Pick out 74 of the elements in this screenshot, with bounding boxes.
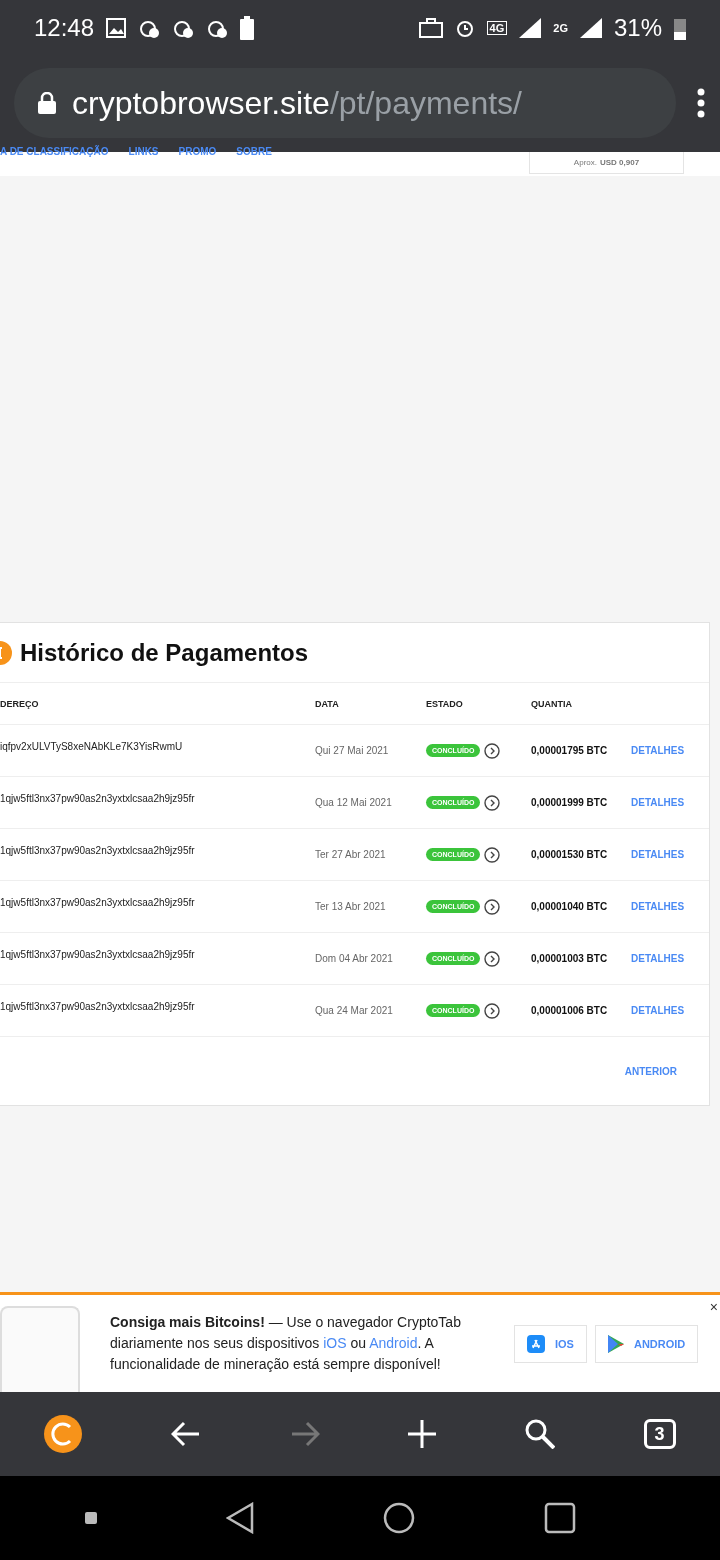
store-link[interactable]: iOS — [323, 1335, 347, 1351]
signal-icon — [519, 18, 542, 38]
previous-link[interactable]: ANTERIOR — [624, 1065, 677, 1077]
url-path: /pt/payments/ — [329, 84, 522, 121]
chevron-circle-icon[interactable] — [484, 950, 501, 967]
plus-icon[interactable] — [408, 1420, 437, 1448]
nav-link[interactable]: A DE CLASSIFICAÇÃO — [0, 146, 109, 157]
details-link[interactable]: DETALHES — [631, 901, 709, 912]
close-button[interactable]: × — [707, 1299, 720, 1315]
battery-icon — [674, 16, 686, 40]
address-cell-text: 1qjw5ftl3nx37pw90as2n3yxtxlcsaa2h9jz95fr — [0, 1001, 196, 1012]
play-store-icon — [607, 1334, 624, 1353]
forward-arrow-icon[interactable] — [289, 1421, 320, 1447]
store-button[interactable]: ANDROID — [594, 1324, 699, 1363]
lock-icon — [38, 92, 56, 114]
column-header: QUANTIA — [531, 698, 573, 709]
clock-time: 12:48 — [34, 14, 95, 42]
address-bar[interactable]: cryptobrowser.site/pt/payments/ — [14, 68, 676, 138]
menu-icon[interactable] — [696, 88, 706, 118]
date-cell-text: Qui 27 Mai 2021 — [315, 745, 390, 756]
recents-nav-icon[interactable] — [543, 1502, 576, 1534]
nav-link[interactable]: SOBRE — [236, 146, 272, 157]
amount-cell-text: 0,00001999 BTC — [531, 797, 609, 808]
image-icon — [106, 18, 127, 38]
battery-percent: 31% — [613, 14, 662, 42]
store-button[interactable]: IOS — [514, 1324, 587, 1363]
chevron-circle-icon[interactable] — [484, 846, 501, 863]
details-link[interactable]: DETALHES — [631, 953, 709, 964]
address-cell-text: 1qjw5ftl3nx37pw90as2n3yxtxlcsaa2h9jz95fr — [0, 793, 196, 804]
promo-text: Consiga mais Bitcoins! — Use o navegador CryptoTab diariamente nos seus dispositivos iOS ou Android. A funcionalidade de mineração está sempre disponível! — [110, 1313, 462, 1374]
amount-cell-text: 0,00001006 BTC — [531, 1005, 609, 1016]
home-nav-icon[interactable] — [382, 1502, 415, 1534]
column-header: DEREÇO — [0, 698, 40, 709]
balance-label: Aprox. — [573, 158, 597, 167]
chevron-circle-icon[interactable] — [484, 1002, 501, 1019]
tab-count-button[interactable]: 3 — [643, 1419, 676, 1449]
date-cell-text: Qua 24 Mar 2021 — [315, 1005, 394, 1016]
url-domain: cryptobrowser.site — [72, 84, 330, 121]
briefcase-icon — [418, 18, 443, 38]
address-cell-text: 1qjw5ftl3nx37pw90as2n3yxtxlcsaa2h9jz95fr — [0, 949, 196, 960]
nav-link[interactable]: PROMO — [178, 146, 217, 157]
date-cell-text: Ter 27 Abr 2021 — [315, 849, 387, 860]
browser-logo-icon[interactable] — [44, 1415, 83, 1453]
column-header: DATA — [315, 698, 340, 709]
signal-label: 2G — [553, 22, 568, 34]
app-store-icon — [527, 1334, 545, 1353]
alarm-icon — [454, 18, 475, 38]
balance-value: USD 0,907 — [600, 158, 640, 167]
address-cell-text: 1qjw5ftl3nx37pw90as2n3yxtxlcsaa2h9jz95fr — [0, 845, 196, 856]
column-header: ESTADO — [426, 698, 464, 709]
date-cell-text: Dom 04 Abr 2021 — [315, 953, 394, 964]
address-cell-text: 1qjw5ftl3nx37pw90as2n3yxtxlcsaa2h9jz95fr — [0, 897, 196, 908]
chevron-circle-icon[interactable] — [484, 794, 501, 811]
amount-cell-text: 0,00001040 BTC — [531, 901, 609, 912]
nav-link[interactable]: LINKS — [128, 146, 159, 157]
battery-saver-icon — [240, 16, 255, 40]
signal-label: 4G — [486, 21, 508, 35]
signal-icon — [579, 18, 602, 38]
amount-cell-text: 0,00001795 BTC — [531, 745, 609, 756]
details-link[interactable]: DETALHES — [631, 797, 709, 808]
chevron-circle-icon[interactable] — [484, 898, 501, 915]
amount-cell-text: 0,00001530 BTC — [531, 849, 609, 860]
search-icon[interactable] — [524, 1419, 555, 1449]
back-arrow-icon[interactable] — [171, 1421, 201, 1447]
details-link[interactable]: DETALHES — [631, 1005, 709, 1016]
chevron-circle-icon[interactable] — [484, 742, 501, 759]
date-cell-text: Qua 12 Mai 2021 — [315, 797, 393, 808]
amount-cell-text: 0,00001003 BTC — [531, 953, 609, 964]
date-cell-text: Ter 13 Abr 2021 — [315, 901, 387, 912]
details-link[interactable]: DETALHES — [631, 849, 709, 860]
address-cell-text: iqfpv2xULVTyS8xeNAbKLe7K3YisRwmU — [0, 741, 184, 752]
details-link[interactable]: DETALHES — [631, 745, 709, 756]
card-title: Histórico de Pagamentos — [20, 638, 309, 667]
back-nav-icon[interactable] — [225, 1502, 254, 1534]
